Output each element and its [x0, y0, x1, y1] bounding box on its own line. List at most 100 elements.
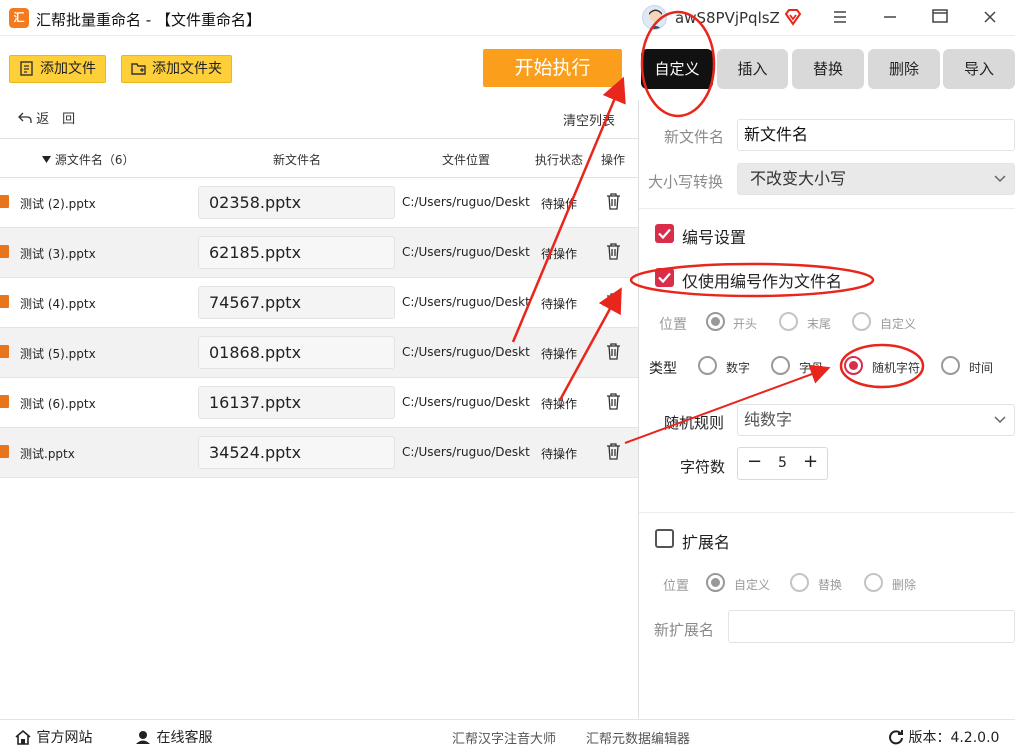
type-label: 类型: [649, 361, 677, 377]
pptx-file-icon: [0, 345, 9, 358]
ext-custom-label: 自定义: [734, 578, 771, 592]
vip-diamond-icon[interactable]: [784, 8, 802, 26]
header-status: 执行状态: [535, 153, 584, 167]
type-digit-radio[interactable]: [698, 356, 717, 375]
trash-icon[interactable]: [606, 343, 621, 360]
case-select[interactable]: 不改变大小写: [737, 163, 1015, 195]
new-ext-input[interactable]: [728, 610, 1015, 643]
add-folder-icon: [131, 63, 146, 75]
table-row[interactable]: 测试 (5).pptx 01868.pptx C:/Users/ruguo/De…: [0, 328, 638, 378]
extension-checkbox[interactable]: [655, 529, 674, 548]
file-path: C:/Users/ruguo/Desktop: [402, 445, 530, 459]
table-row[interactable]: 测试 (4).pptx 74567.pptx C:/Users/ruguo/De…: [0, 278, 638, 328]
new-name-field[interactable]: 74567.pptx: [198, 286, 395, 319]
ext-custom-radio[interactable]: [706, 573, 725, 592]
char-count-value[interactable]: 5: [778, 455, 787, 471]
trash-icon[interactable]: [606, 443, 621, 460]
menu-icon[interactable]: [828, 6, 852, 30]
pptx-file-icon: [0, 295, 9, 308]
random-rule-label: 随机规则: [664, 414, 725, 432]
add-file-button[interactable]: 添加文件: [9, 55, 106, 83]
decrement-button[interactable]: −: [747, 451, 762, 472]
new-name-field[interactable]: 62185.pptx: [198, 236, 395, 269]
position-custom-radio[interactable]: [852, 312, 871, 331]
sort-source-header[interactable]: 源文件名（6）: [42, 151, 134, 168]
minimize-icon[interactable]: [878, 6, 902, 30]
table-row[interactable]: 测试 (3).pptx 62185.pptx C:/Users/ruguo/De…: [0, 228, 638, 278]
position-start-radio[interactable]: [706, 312, 725, 331]
header-new-name: 新文件名: [273, 153, 322, 167]
file-path: C:/Users/ruguo/Desktop: [402, 245, 530, 259]
char-count-stepper[interactable]: − 5 +: [737, 447, 828, 480]
numbering-checkbox[interactable]: [655, 224, 674, 243]
tab-custom[interactable]: 自定义: [641, 49, 713, 89]
pinyin-tool-link[interactable]: 汇帮汉字注音大师: [452, 728, 556, 747]
pptx-file-icon: [0, 445, 9, 458]
refresh-icon: [889, 730, 903, 745]
type-random-radio[interactable]: [844, 356, 863, 375]
new-name-input[interactable]: 新文件名: [737, 119, 1015, 151]
type-time-radio[interactable]: [941, 356, 960, 375]
table-row[interactable]: 测试 (2).pptx 02358.pptx C:/Users/ruguo/De…: [0, 178, 638, 228]
only-number-label: 仅使用编号作为文件名: [682, 272, 843, 291]
type-digit-label: 数字: [726, 361, 751, 375]
new-name-field[interactable]: 01868.pptx: [198, 336, 395, 369]
status-text: 待操作: [541, 197, 578, 211]
ext-replace-label: 替换: [818, 578, 843, 592]
ext-delete-radio[interactable]: [864, 573, 883, 592]
tab-delete[interactable]: 删除: [868, 49, 940, 89]
trash-icon[interactable]: [606, 393, 621, 410]
char-count-label: 字符数: [680, 458, 726, 476]
status-text: 待操作: [541, 247, 578, 261]
file-path: C:/Users/ruguo/Desktop: [402, 345, 530, 359]
position-label: 位置: [659, 317, 687, 333]
chevron-down-icon: [994, 175, 1006, 183]
table-header: 源文件名（6） 新文件名 文件位置 执行状态 操作: [0, 138, 638, 178]
pptx-file-icon: [0, 395, 9, 408]
add-file-icon: [20, 61, 33, 76]
clear-list-button[interactable]: 清空列表: [563, 110, 615, 129]
trash-icon[interactable]: [606, 243, 621, 260]
table-row[interactable]: 测试.pptx 34524.pptx C:/Users/ruguo/Deskto…: [0, 428, 638, 478]
add-folder-button[interactable]: 添加文件夹: [121, 55, 232, 83]
new-name-field[interactable]: 16137.pptx: [198, 386, 395, 419]
trash-icon[interactable]: [606, 293, 621, 310]
version-info[interactable]: 版本：4.2.0.0: [888, 727, 999, 747]
user-avatar[interactable]: [642, 5, 667, 30]
case-label: 大小写转换: [648, 173, 724, 191]
tab-insert[interactable]: 插入: [717, 49, 788, 89]
tab-replace[interactable]: 替换: [792, 49, 864, 89]
position-start-label: 开头: [733, 317, 758, 331]
back-button[interactable]: 返 回: [18, 108, 75, 127]
only-number-checkbox[interactable]: [655, 268, 674, 287]
type-letter-radio[interactable]: [771, 356, 790, 375]
numbering-label: 编号设置: [682, 228, 747, 247]
ext-replace-radio[interactable]: [790, 573, 809, 592]
title-bar: 汇 汇帮批量重命名 - 【文件重命名】 awS8PVjPqlsZ: [0, 0, 1015, 36]
status-text: 待操作: [541, 297, 578, 311]
ext-position-label: 位置: [663, 579, 690, 594]
table-row[interactable]: 测试 (6).pptx 16137.pptx C:/Users/ruguo/De…: [0, 378, 638, 428]
metadata-tool-link[interactable]: 汇帮元数据编辑器: [586, 728, 690, 747]
trash-icon[interactable]: [606, 193, 621, 210]
tab-import[interactable]: 导入: [943, 49, 1015, 89]
close-icon[interactable]: [978, 6, 1002, 30]
random-rule-select[interactable]: 纯数字: [737, 404, 1015, 436]
website-link[interactable]: 官方网站: [14, 727, 92, 747]
app-logo: 汇: [9, 8, 29, 28]
status-text: 待操作: [541, 347, 578, 361]
user-name[interactable]: awS8PVjPqlsZ: [675, 9, 780, 27]
check-icon: [658, 228, 671, 240]
pptx-file-icon: [0, 245, 9, 258]
source-file-name: 测试 (3).pptx: [20, 247, 96, 261]
increment-button[interactable]: +: [803, 451, 818, 472]
position-end-radio[interactable]: [779, 312, 798, 331]
new-name-field[interactable]: 02358.pptx: [198, 186, 395, 219]
sort-down-icon: [42, 156, 51, 163]
new-name-field[interactable]: 34524.pptx: [198, 436, 395, 469]
file-path: C:/Users/ruguo/Desktop: [402, 195, 530, 209]
start-button[interactable]: 开始执行: [483, 49, 622, 87]
maximize-icon[interactable]: [928, 6, 952, 30]
support-link[interactable]: 在线客服: [134, 727, 212, 747]
chevron-down-icon: [994, 416, 1006, 424]
